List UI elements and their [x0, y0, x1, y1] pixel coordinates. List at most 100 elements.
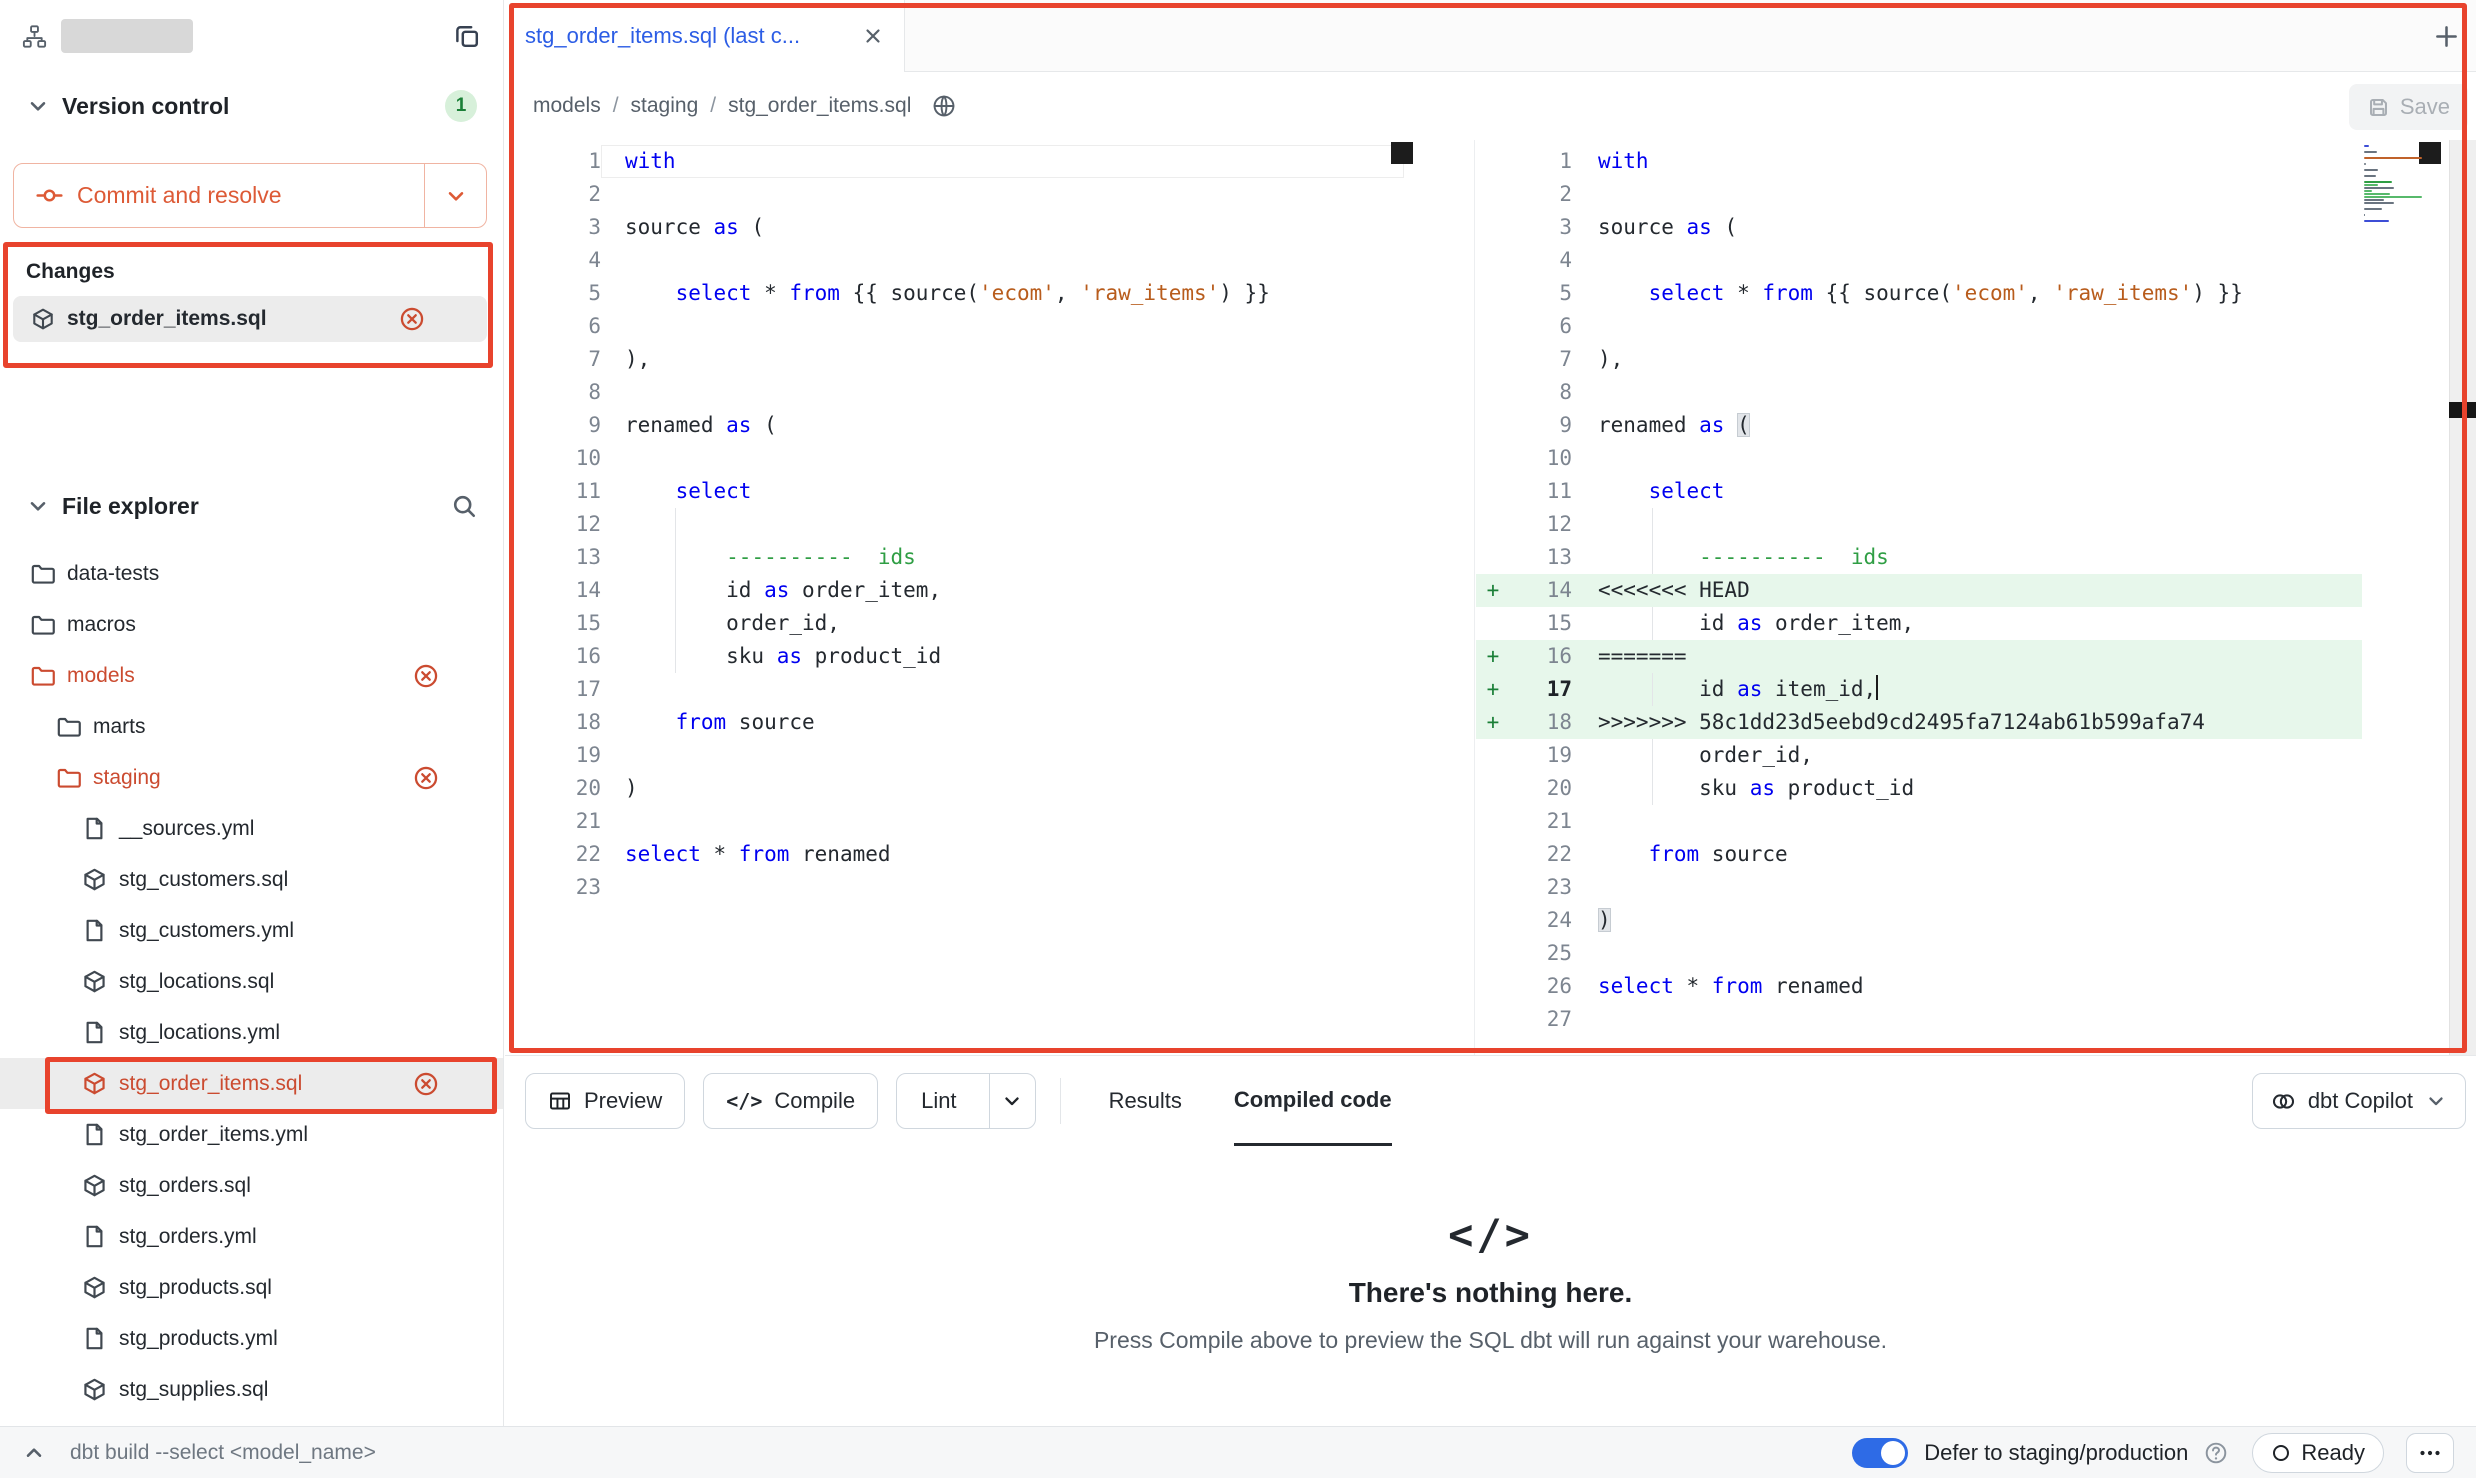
minimap[interactable] — [2364, 145, 2426, 226]
compile-button[interactable]: </> Compile — [703, 1073, 878, 1129]
code-line[interactable]: 1with — [1476, 145, 2362, 178]
tree-item-stg-customers-yml[interactable]: stg_customers.yml — [0, 905, 503, 956]
breadcrumb-segment[interactable]: stg_order_items.sql — [728, 94, 911, 118]
code-line[interactable]: 8 — [1476, 376, 2362, 409]
lint-button[interactable]: Lint — [897, 1074, 976, 1128]
tree-item-stg-locations-yml[interactable]: stg_locations.yml — [0, 1007, 503, 1058]
code-line[interactable]: 13 ---------- ids — [1476, 541, 2362, 574]
command-input[interactable]: dbt build --select <model_name> — [70, 1441, 376, 1465]
breadcrumb-segment[interactable]: models — [533, 94, 601, 118]
code-line[interactable]: 25 — [1476, 937, 2362, 970]
code-line[interactable]: 14 id as order_item, — [505, 574, 1474, 607]
tree-item-stg-products-sql[interactable]: stg_products.sql — [0, 1262, 503, 1313]
changed-file-item[interactable]: stg_order_items.sql — [13, 296, 487, 342]
code-line[interactable]: 5 select * from {{ source('ecom', 'raw_i… — [1476, 277, 2362, 310]
code-line[interactable]: 10 — [1476, 442, 2362, 475]
new-tab-icon[interactable] — [2433, 23, 2460, 50]
code-line[interactable]: 4 — [505, 244, 1474, 277]
code-line[interactable]: 20) — [505, 772, 1474, 805]
code-line[interactable]: 11 select — [505, 475, 1474, 508]
code-line[interactable]: 13 ---------- ids — [505, 541, 1474, 574]
code-line[interactable]: 6 — [505, 310, 1474, 343]
dbt-copilot-button[interactable]: dbt Copilot — [2252, 1073, 2466, 1129]
code-line[interactable]: 9renamed as ( — [505, 409, 1474, 442]
tree-item-stg-locations-sql[interactable]: stg_locations.sql — [0, 956, 503, 1007]
tree-item-stg-orders-sql[interactable]: stg_orders.sql — [0, 1160, 503, 1211]
code-line[interactable]: 4 — [1476, 244, 2362, 277]
version-control-header[interactable]: Version control 1 — [0, 76, 503, 136]
editor-scrollbar-track[interactable] — [2449, 140, 2476, 1055]
help-icon[interactable] — [2204, 1441, 2228, 1465]
code-line[interactable]: 9renamed as ( — [1476, 409, 2362, 442]
tree-item-stg-order-items-sql[interactable]: stg_order_items.sql — [0, 1058, 503, 1109]
tab-compiled-code[interactable]: Compiled code — [1234, 1056, 1392, 1146]
code-line[interactable]: 11 select — [1476, 475, 2362, 508]
tab-results[interactable]: Results — [1109, 1056, 1182, 1146]
save-button[interactable]: Save — [2349, 84, 2468, 130]
code-line[interactable]: 22select * from renamed — [505, 838, 1474, 871]
tree-item-stg-products-yml[interactable]: stg_products.yml — [0, 1313, 503, 1364]
code-line[interactable]: 1with — [505, 145, 1474, 178]
workspace-icon[interactable] — [22, 24, 47, 49]
code-line[interactable]: +18>>>>>>> 58c1dd23d5eebd9cd2495fa7124ab… — [1476, 706, 2362, 739]
tree-item-stg-customers-sql[interactable]: stg_customers.sql — [0, 854, 503, 905]
code-line[interactable]: 7), — [1476, 343, 2362, 376]
search-icon[interactable] — [451, 493, 477, 519]
code-line[interactable]: +17 id as item_id, — [1476, 673, 2362, 706]
code-line[interactable]: 23 — [505, 871, 1474, 904]
code-line[interactable]: 12 — [505, 508, 1474, 541]
code-line[interactable]: 27 — [1476, 1003, 2362, 1036]
code-line[interactable]: 5 select * from {{ source('ecom', 'raw_i… — [505, 277, 1474, 310]
status-ready-button[interactable]: Ready — [2252, 1433, 2384, 1473]
lint-options-button[interactable] — [989, 1074, 1035, 1128]
code-line[interactable]: 20 sku as product_id — [1476, 772, 2362, 805]
editor-pane-left[interactable]: 1with23source as (45 select * from {{ so… — [505, 140, 1475, 1055]
code-line[interactable]: 18 from source — [505, 706, 1474, 739]
code-line[interactable]: 15 id as order_item, — [1476, 607, 2362, 640]
code-line[interactable]: 2 — [505, 178, 1474, 211]
code-line[interactable]: 16 sku as product_id — [505, 640, 1474, 673]
expand-command-bar-icon[interactable] — [22, 1441, 46, 1465]
left-pane-scroll-thumb[interactable] — [1391, 142, 1413, 164]
code-line[interactable]: 10 — [505, 442, 1474, 475]
code-line[interactable]: +16======= — [1476, 640, 2362, 673]
editor-scrollbar-thumb[interactable] — [2449, 402, 2476, 418]
code-line[interactable]: 17 — [505, 673, 1474, 706]
tree-item--sources-yml[interactable]: __sources.yml — [0, 803, 503, 854]
commit-and-resolve-button[interactable]: Commit and resolve — [14, 164, 424, 227]
code-line[interactable]: +14<<<<<<< HEAD — [1476, 574, 2362, 607]
code-line[interactable]: 12 — [1476, 508, 2362, 541]
code-line[interactable]: 21 — [1476, 805, 2362, 838]
code-line[interactable]: 26select * from renamed — [1476, 970, 2362, 1003]
tab-stg-order-items[interactable]: stg_order_items.sql (last c... — [505, 0, 905, 72]
code-line[interactable]: 23 — [1476, 871, 2362, 904]
code-line[interactable]: 22 from source — [1476, 838, 2362, 871]
editor-pane-right[interactable]: 1with 2 3source as ( 4 5 select * from {… — [1476, 140, 2449, 1055]
code-line[interactable]: 21 — [505, 805, 1474, 838]
tree-item-data-tests[interactable]: data-tests — [0, 548, 503, 599]
breadcrumb-segment[interactable]: staging — [631, 94, 699, 118]
code-line[interactable]: 19 order_id, — [1476, 739, 2362, 772]
tree-item-stg-orders-yml[interactable]: stg_orders.yml — [0, 1211, 503, 1262]
file-status-icon[interactable] — [931, 93, 957, 119]
more-options-button[interactable] — [2406, 1433, 2454, 1473]
code-line[interactable]: 2 — [1476, 178, 2362, 211]
tree-item-marts[interactable]: marts — [0, 701, 503, 752]
tree-item-stg-order-items-yml[interactable]: stg_order_items.yml — [0, 1109, 503, 1160]
tree-item-stg-supplies-sql[interactable]: stg_supplies.sql — [0, 1364, 503, 1415]
code-line[interactable]: 24) — [1476, 904, 2362, 937]
commit-options-button[interactable] — [424, 164, 486, 227]
code-line[interactable]: 3source as ( — [1476, 211, 2362, 244]
code-line[interactable]: 6 — [1476, 310, 2362, 343]
code-line[interactable]: 8 — [505, 376, 1474, 409]
tree-item-models[interactable]: models — [0, 650, 503, 701]
code-line[interactable]: 3source as ( — [505, 211, 1474, 244]
code-line[interactable]: 15 order_id, — [505, 607, 1474, 640]
file-explorer-header[interactable]: File explorer — [0, 478, 503, 534]
code-line[interactable]: 7), — [505, 343, 1474, 376]
tree-item-staging[interactable]: staging — [0, 752, 503, 803]
preview-button[interactable]: Preview — [525, 1073, 685, 1129]
code-line[interactable]: 19 — [505, 739, 1474, 772]
defer-toggle[interactable] — [1852, 1438, 1908, 1468]
copy-icon[interactable] — [453, 22, 481, 50]
